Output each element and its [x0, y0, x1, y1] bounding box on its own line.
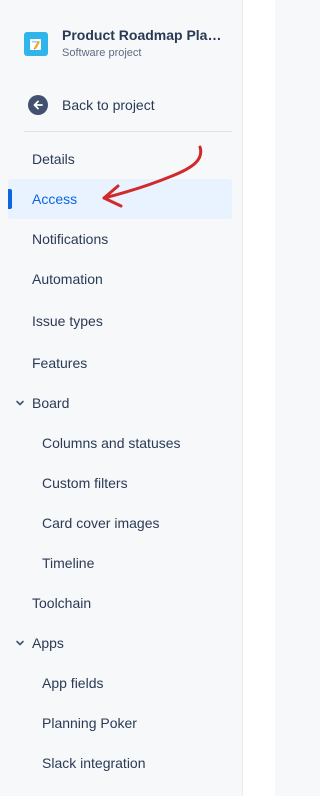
- arrow-left-icon: [28, 95, 48, 115]
- chevron-down-icon: [16, 400, 24, 406]
- nav-item-planning-poker[interactable]: Planning Poker: [8, 703, 232, 743]
- project-type: Software project: [62, 47, 142, 59]
- nav-item-label: Toolchain: [32, 595, 92, 611]
- nav-group-apps[interactable]: Apps: [8, 623, 232, 663]
- project-name: Product Roadmap Placeholder: [62, 27, 222, 43]
- nav-item-label: Custom filters: [42, 475, 128, 491]
- nav-item-label: Board: [32, 395, 70, 411]
- nav-item-label: Details: [32, 151, 75, 167]
- nav-item-app-fields[interactable]: App fields: [8, 663, 232, 703]
- nav-item-label: Card cover images: [42, 515, 160, 531]
- nav-item-label: Access: [32, 191, 78, 207]
- nav-item-access[interactable]: Access: [8, 179, 232, 219]
- nav-item-card-cover-images[interactable]: Card cover images: [8, 503, 232, 543]
- project-settings-sidebar: Product Roadmap Placeholder Software pro…: [0, 0, 242, 796]
- nav-item-timeline[interactable]: Timeline: [8, 543, 232, 583]
- nav-item-label: Automation: [32, 271, 103, 287]
- nav-item-details[interactable]: Details: [8, 139, 232, 179]
- nav-item-issue-types[interactable]: Issue types: [8, 301, 232, 341]
- nav-item-slack-integration[interactable]: Slack integration: [8, 743, 232, 783]
- chevron-down-icon: [16, 640, 24, 646]
- nav-item-label: Notifications: [32, 231, 109, 247]
- back-to-project-link[interactable]: Back to project: [28, 94, 155, 116]
- project-avatar-icon: [24, 32, 48, 56]
- content-area-edge: [243, 0, 275, 796]
- nav-item-features[interactable]: Features: [8, 343, 232, 383]
- nav-item-label: Timeline: [42, 555, 95, 571]
- nav-item-automation[interactable]: Automation: [8, 259, 232, 299]
- nav-item-label: Apps: [32, 635, 64, 651]
- nav-item-label: Planning Poker: [42, 715, 137, 731]
- divider: [24, 131, 232, 132]
- nav-item-label: App fields: [42, 675, 104, 691]
- back-to-project-label: Back to project: [62, 97, 155, 113]
- nav-item-custom-filters[interactable]: Custom filters: [8, 463, 232, 503]
- active-indicator: [8, 189, 12, 209]
- nav-item-notifications[interactable]: Notifications: [8, 219, 232, 259]
- nav-item-label: Slack integration: [42, 755, 146, 771]
- nav-item-label: Features: [32, 355, 88, 371]
- nav-item-label: Issue types: [32, 313, 103, 329]
- nav-item-columns-and-statuses[interactable]: Columns and statuses: [8, 423, 232, 463]
- nav-group-board[interactable]: Board: [8, 383, 232, 423]
- nav-item-label: Columns and statuses: [42, 435, 181, 451]
- nav-item-toolchain[interactable]: Toolchain: [8, 583, 232, 623]
- project-header[interactable]: Product Roadmap Placeholder Software pro…: [24, 26, 234, 66]
